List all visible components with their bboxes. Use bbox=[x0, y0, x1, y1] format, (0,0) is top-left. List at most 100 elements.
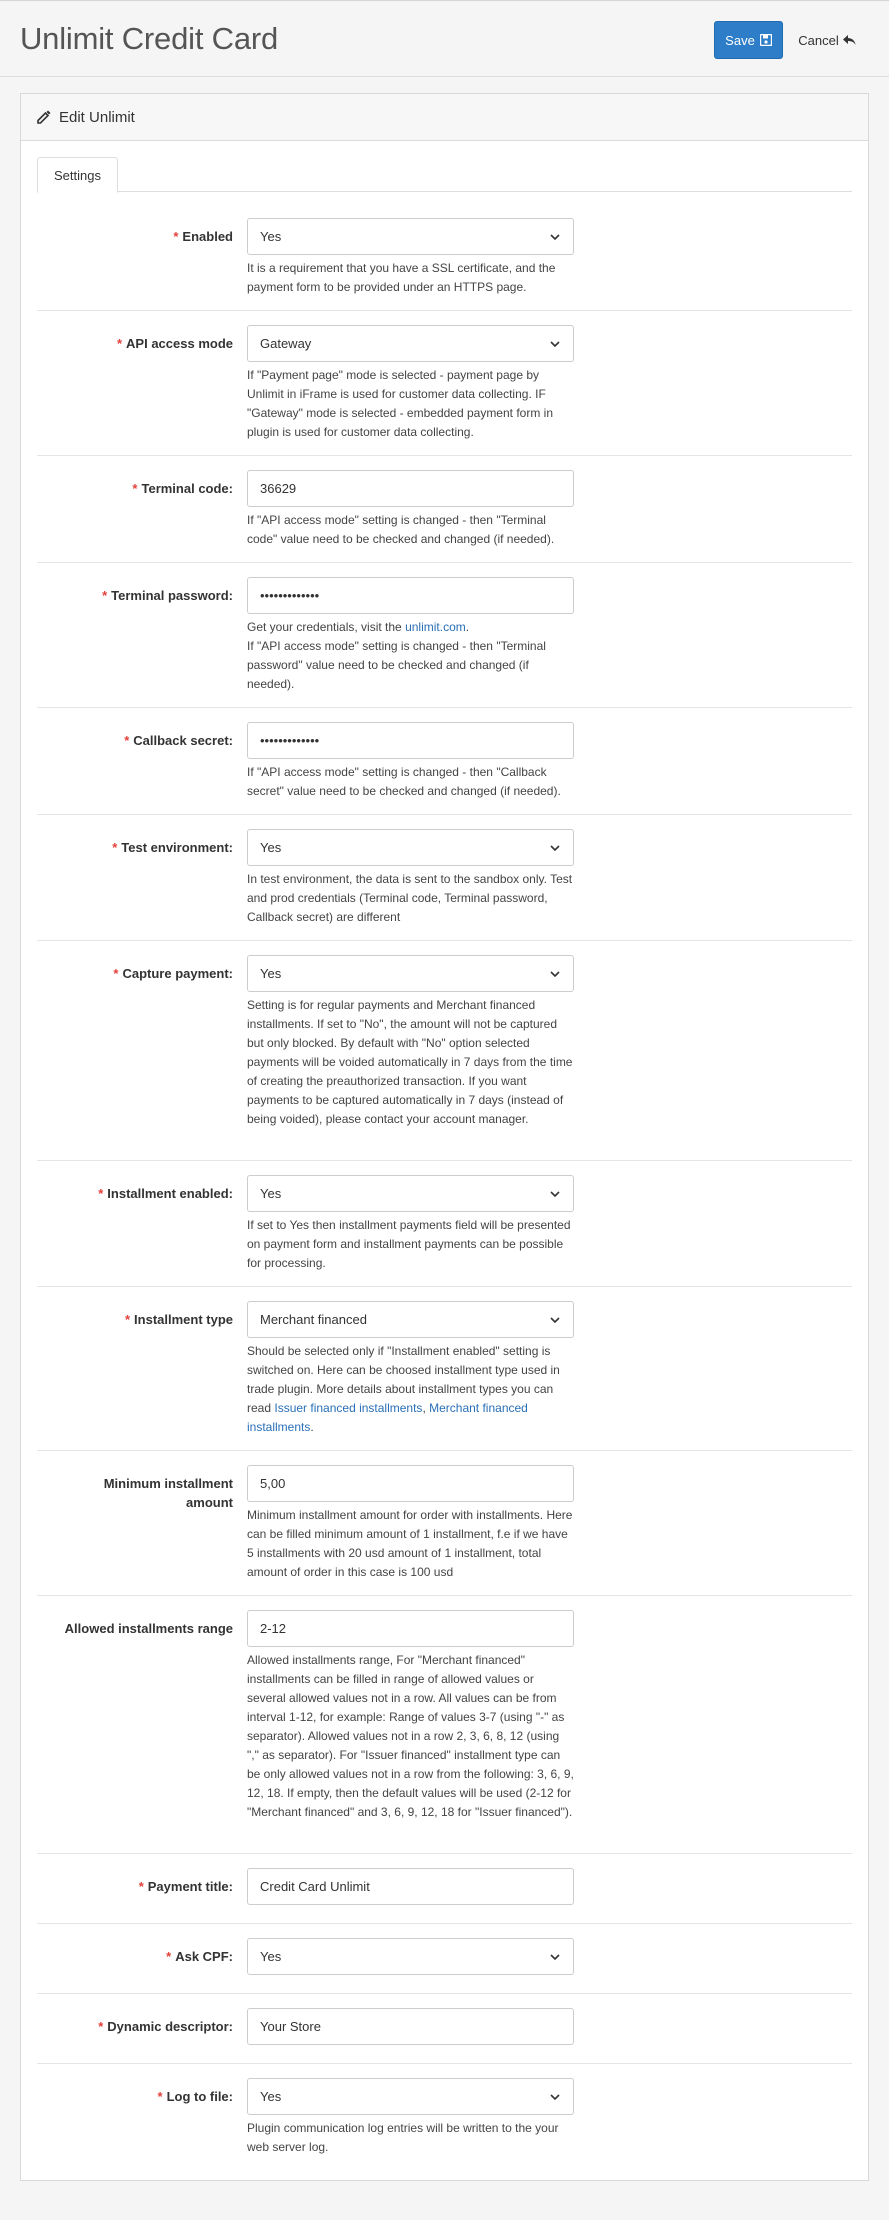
row-terminal-code: * Terminal code: 36629 If "API access mod… bbox=[37, 456, 852, 563]
field-label: * Installment type bbox=[37, 1310, 233, 1329]
ask-cpf-value: Yes bbox=[260, 1949, 282, 1964]
callback-secret-label: Callback secret: bbox=[133, 733, 233, 748]
panel-title: Edit Unlimit bbox=[59, 108, 135, 126]
row-test-environment: * Test environment: Yes In test environme… bbox=[37, 815, 852, 941]
dynamic-descriptor-value: Your Store bbox=[260, 2019, 321, 2034]
row-api-mode: * API access mode Gateway If "Payment pag… bbox=[37, 311, 852, 456]
row-installment-type: * Installment type Merchant financed Shou… bbox=[37, 1287, 852, 1451]
installment-type-help: Should be selected only if "Installment … bbox=[247, 1342, 574, 1437]
required-mark: * bbox=[98, 1186, 104, 1201]
page-title: Unlimit Credit Card bbox=[20, 21, 279, 56]
callback-secret-help: If "API access mode" setting is changed … bbox=[247, 765, 561, 798]
required-mark: * bbox=[124, 733, 130, 748]
terminal-code-input[interactable]: 36629 bbox=[247, 470, 574, 507]
installment-enabled-select[interactable]: Yes bbox=[247, 1175, 574, 1212]
save-button[interactable]: Save bbox=[714, 21, 783, 59]
allowed-range-value: 2-12 bbox=[260, 1621, 287, 1636]
panel-heading: Edit Unlimit bbox=[21, 94, 868, 141]
min-installment-label-line2: amount bbox=[186, 1495, 233, 1510]
test-env-select[interactable]: Yes bbox=[247, 829, 574, 866]
field-label: * Enabled bbox=[37, 227, 233, 246]
installment-enabled-value: Yes bbox=[260, 1186, 282, 1201]
help-text: Get your credentials, visit the bbox=[247, 620, 406, 634]
enabled-help: It is a requirement that you have a SSL … bbox=[247, 261, 556, 294]
field-label: * Terminal password: bbox=[37, 586, 233, 605]
callback-secret-input[interactable]: ••••••••••••• bbox=[247, 722, 574, 759]
test-env-value: Yes bbox=[260, 840, 282, 855]
row-callback-secret: * Callback secret: ••••••••••••• If "API … bbox=[37, 708, 852, 815]
allowed-range-label: Allowed installments range bbox=[64, 1621, 233, 1636]
required-mark: * bbox=[98, 2019, 104, 2034]
required-mark: * bbox=[102, 588, 108, 603]
ask-cpf-label: Ask CPF: bbox=[175, 1949, 233, 1964]
chevron-down-icon bbox=[550, 845, 560, 852]
test-env-help: In test environment, the data is sent to… bbox=[247, 872, 573, 924]
terminal-password-label: Terminal password: bbox=[111, 588, 233, 603]
field-label: * Dynamic descriptor: bbox=[37, 2017, 233, 2036]
field-label: * Installment enabled: bbox=[37, 1184, 233, 1203]
log-to-file-help: Plugin communication log entries will be… bbox=[247, 2121, 559, 2154]
dynamic-descriptor-input[interactable]: Your Store bbox=[247, 2008, 574, 2045]
chevron-down-icon bbox=[550, 2094, 560, 2101]
terminal-password-value: ••••••••••••• bbox=[260, 588, 320, 603]
terminal-code-help: If "API access mode" setting is changed … bbox=[247, 513, 555, 546]
field-label: Minimum installment amount bbox=[37, 1474, 233, 1512]
chevron-down-icon bbox=[550, 234, 560, 241]
field-label: Allowed installments range bbox=[37, 1619, 233, 1638]
payment-title-input[interactable]: Credit Card Unlimit bbox=[247, 1868, 574, 1905]
allowed-range-input[interactable]: 2-12 bbox=[247, 1610, 574, 1647]
terminal-password-help: Get your credentials, visit the unlimit.… bbox=[247, 618, 574, 694]
capture-payment-select[interactable]: Yes bbox=[247, 955, 574, 992]
ask-cpf-select[interactable]: Yes bbox=[247, 1938, 574, 1975]
chevron-down-icon bbox=[550, 971, 560, 978]
installment-enabled-help: If set to Yes then installment payments … bbox=[247, 1218, 571, 1270]
capture-payment-value: Yes bbox=[260, 966, 282, 981]
installment-enabled-label: Installment enabled: bbox=[107, 1186, 233, 1201]
terminal-password-input[interactable]: ••••••••••••• bbox=[247, 577, 574, 614]
row-installment-enabled: * Installment enabled: Yes If set to Yes … bbox=[37, 1161, 852, 1287]
field-label: * Payment title: bbox=[37, 1877, 233, 1896]
tab-settings[interactable]: Settings bbox=[37, 157, 118, 193]
terminal-code-label: Terminal code: bbox=[141, 481, 233, 496]
test-env-label: Test environment: bbox=[121, 840, 233, 855]
row-payment-title: * Payment title: Credit Card Unlimit bbox=[37, 1854, 852, 1924]
min-installment-input[interactable]: 5,00 bbox=[247, 1465, 574, 1502]
required-mark: * bbox=[132, 481, 138, 496]
field-label: * API access mode bbox=[37, 334, 233, 353]
api-mode-select[interactable]: Gateway bbox=[247, 325, 574, 362]
row-log-to-file: * Log to file: Yes Plugin communication l… bbox=[37, 2064, 852, 2171]
dynamic-descriptor-label: Dynamic descriptor: bbox=[107, 2019, 233, 2034]
min-installment-help: Minimum installment amount for order wit… bbox=[247, 1508, 573, 1579]
field-label: * Ask CPF: bbox=[37, 1947, 233, 1966]
page-header: Unlimit Credit Card Save Cancel bbox=[0, 0, 889, 77]
tabs: Settings bbox=[37, 157, 852, 193]
field-label: * Callback secret: bbox=[37, 731, 233, 750]
cancel-button[interactable]: Cancel bbox=[792, 21, 862, 59]
enabled-select[interactable]: Yes bbox=[247, 218, 574, 255]
issuer-financed-link[interactable]: Issuer financed installments bbox=[274, 1401, 422, 1415]
required-mark: * bbox=[138, 1879, 144, 1894]
chevron-down-icon bbox=[550, 341, 560, 348]
log-to-file-select[interactable]: Yes bbox=[247, 2078, 574, 2115]
help-text: If "API access mode" setting is changed … bbox=[247, 639, 546, 691]
installment-type-value: Merchant financed bbox=[260, 1312, 367, 1327]
installment-type-label: Installment type bbox=[134, 1312, 233, 1327]
pencil-icon bbox=[37, 110, 51, 124]
field-label: * Log to file: bbox=[37, 2087, 234, 2106]
enabled-label: Enabled bbox=[182, 229, 233, 244]
required-mark: * bbox=[124, 1312, 131, 1327]
payment-title-label: Payment title: bbox=[147, 1879, 233, 1894]
row-enabled: * Enabled Yes It is a requirement that yo… bbox=[37, 204, 852, 311]
api-mode-value: Gateway bbox=[260, 336, 312, 351]
allowed-range-help: Allowed installments range, For "Merchan… bbox=[247, 1653, 574, 1819]
field-label: * Capture payment: bbox=[37, 964, 233, 983]
terminal-code-value: 36629 bbox=[260, 481, 297, 496]
api-mode-help: If "Payment page" mode is selected - pay… bbox=[247, 368, 553, 439]
api-mode-label: API access mode bbox=[126, 336, 233, 351]
callback-secret-value: ••••••••••••• bbox=[260, 733, 320, 748]
chevron-down-icon bbox=[550, 1317, 560, 1324]
installment-type-select[interactable]: Merchant financed bbox=[247, 1301, 574, 1338]
field-label: * Test environment: bbox=[37, 838, 233, 857]
unlimit-link[interactable]: unlimit.com bbox=[405, 620, 466, 634]
required-mark: * bbox=[173, 229, 179, 244]
